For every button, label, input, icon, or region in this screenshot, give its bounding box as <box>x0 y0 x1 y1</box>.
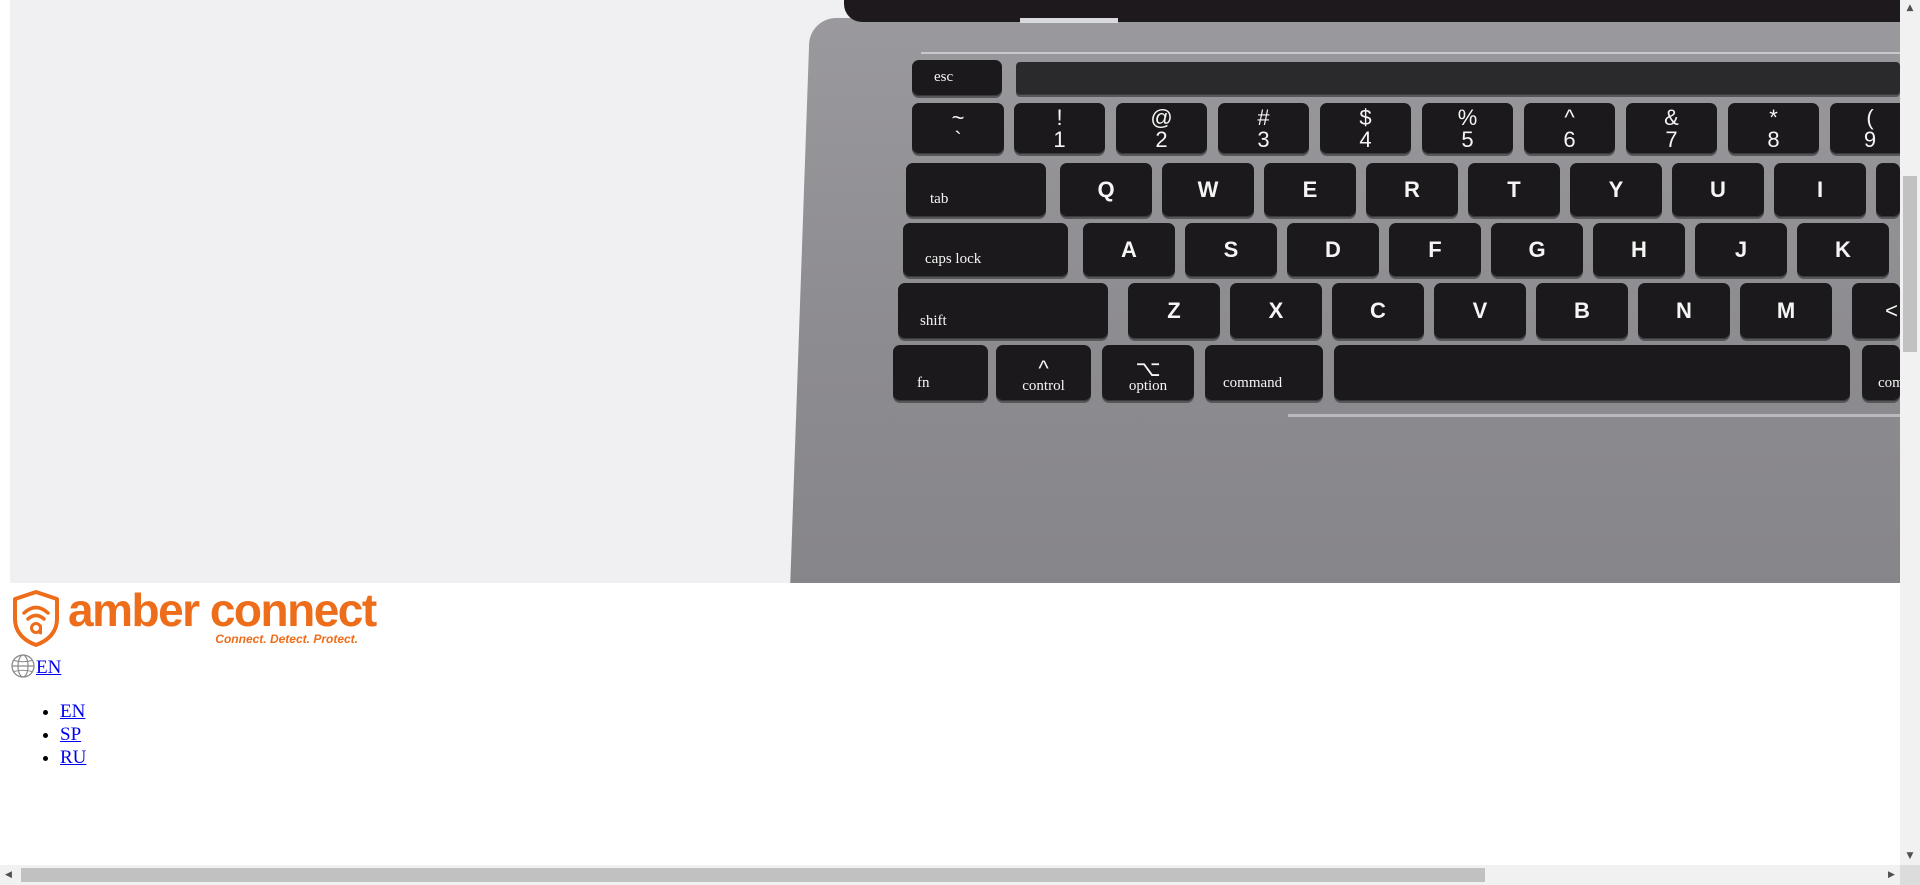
list-item: RU <box>60 746 86 769</box>
key-tilde: ~ ` <box>912 103 1004 154</box>
key-c: C <box>1332 283 1424 339</box>
key-tab: tab <box>906 163 1046 217</box>
scroll-down-arrow-icon[interactable]: ▼ <box>1900 848 1920 865</box>
globe-icon <box>11 654 35 678</box>
key-f: F <box>1389 223 1481 277</box>
key-8: * 8 <box>1728 103 1819 154</box>
key-i: I <box>1774 163 1866 217</box>
key-j: J <box>1695 223 1787 277</box>
key-7: & 7 <box>1626 103 1717 154</box>
screen-highlight <box>1020 18 1118 23</box>
key-h: H <box>1593 223 1685 277</box>
key-q: Q <box>1060 163 1152 217</box>
key-shift: shift <box>898 283 1108 339</box>
key-m: M <box>1740 283 1832 339</box>
key-command: command <box>1205 345 1323 401</box>
scroll-up-arrow-icon[interactable]: ▲ <box>1900 0 1920 17</box>
language-option-ru[interactable]: RU <box>60 747 86 768</box>
key-1: ! 1 <box>1014 103 1105 154</box>
key-comma-partial: < <box>1852 283 1900 339</box>
key-b: B <box>1536 283 1628 339</box>
language-option-sp[interactable]: SP <box>60 724 81 745</box>
key-command-right-partial: com <box>1862 345 1900 401</box>
key-z: Z <box>1128 283 1220 339</box>
key-space <box>1334 345 1850 401</box>
horizontal-scroll-thumb[interactable] <box>21 868 1485 882</box>
logo-tagline: Connect. Detect. Protect. <box>215 632 358 646</box>
laptop-screen-edge <box>844 0 1900 22</box>
key-6: ^ 6 <box>1524 103 1615 154</box>
amber-connect-logo[interactable]: amber connect Connect. Detect. Protect. <box>10 584 377 647</box>
language-option-en[interactable]: EN <box>60 701 85 722</box>
key-y: Y <box>1570 163 1662 217</box>
key-option: ⌥ option <box>1102 345 1194 401</box>
key-3: #3 <box>1218 103 1309 154</box>
trackpad-edge <box>1288 414 1900 417</box>
list-item: EN <box>60 700 86 723</box>
current-language-link[interactable]: EN <box>36 657 61 679</box>
key-v: V <box>1434 283 1526 339</box>
vertical-scrollbar[interactable]: ▲ ▼ <box>1900 0 1920 865</box>
key-k: K <box>1797 223 1889 277</box>
key-s: S <box>1185 223 1277 277</box>
key-fn: fn <box>893 345 988 401</box>
key-r: R <box>1366 163 1458 217</box>
scroll-right-arrow-icon[interactable]: ▶ <box>1883 865 1900 885</box>
scroll-left-arrow-icon[interactable]: ◀ <box>0 865 17 885</box>
key-5: % 5 <box>1422 103 1513 154</box>
scrollbar-corner <box>1900 865 1920 885</box>
vertical-scroll-thumb[interactable] <box>1903 176 1917 352</box>
touchbar <box>1016 62 1900 95</box>
key-g: G <box>1491 223 1583 277</box>
language-switcher: EN <box>10 651 61 679</box>
hero-laptop-image: esc ~ ` ! 1 @2 #3 $4 % 5 ^ 6 & 7 * 8 (9 tab Q … <box>10 0 1900 583</box>
key-u: U <box>1672 163 1764 217</box>
key-n: N <box>1638 283 1730 339</box>
key-d: D <box>1287 223 1379 277</box>
key-a: A <box>1083 223 1175 277</box>
key-4: $4 <box>1320 103 1411 154</box>
list-item: SP <box>60 723 86 746</box>
key-9: (9 <box>1830 103 1900 154</box>
key-caps-lock: caps lock <box>903 223 1068 277</box>
language-list: EN SP RU <box>0 700 86 769</box>
key-control: ^ control <box>996 345 1091 401</box>
key-x: X <box>1230 283 1322 339</box>
key-e: E <box>1264 163 1356 217</box>
logo-wordmark: amber connect <box>68 584 377 636</box>
shield-wifi-icon <box>13 590 59 647</box>
page: esc ~ ` ! 1 @2 #3 $4 % 5 ^ 6 & 7 * 8 (9 tab Q … <box>0 0 1900 865</box>
horizontal-scrollbar[interactable]: ◀ ▶ <box>0 865 1900 885</box>
key-t: T <box>1468 163 1560 217</box>
key-w: W <box>1162 163 1254 217</box>
key-esc: esc <box>912 60 1002 96</box>
key-2: @2 <box>1116 103 1207 154</box>
key-o-partial <box>1876 163 1900 217</box>
